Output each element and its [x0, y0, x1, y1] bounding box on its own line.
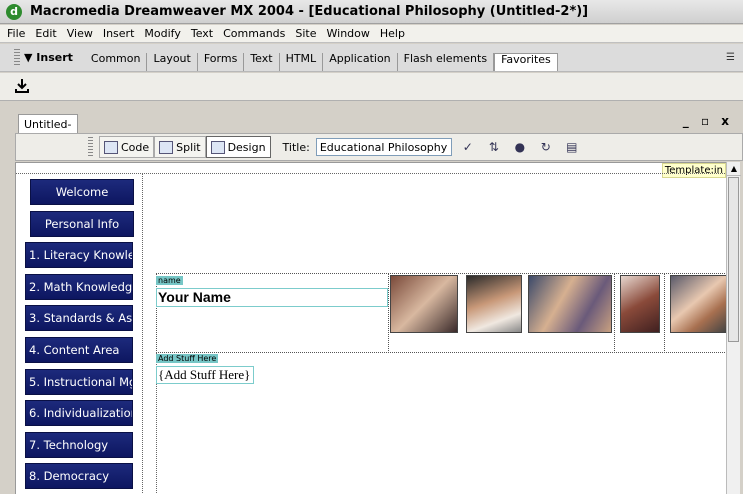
menu-view[interactable]: View	[62, 27, 98, 40]
photo-classroom-1	[390, 275, 458, 333]
insert-tab-html[interactable]: HTML	[280, 53, 324, 71]
refresh-icon[interactable]: ↻	[536, 138, 556, 156]
nav-item-content-area[interactable]: 4. Content Area	[25, 336, 133, 363]
favorites-icon-row	[0, 73, 743, 101]
name-editable-region[interactable]: Your Name	[156, 288, 388, 307]
code-view-button[interactable]: Code	[99, 136, 155, 158]
split-view-button[interactable]: Split	[154, 136, 206, 158]
menu-text[interactable]: Text	[186, 27, 218, 40]
nav-item-technology[interactable]: 7. Technology	[25, 431, 133, 458]
nav-divider	[142, 173, 143, 494]
menu-window[interactable]: Window	[322, 27, 375, 40]
title-bar: d Macromedia Dreamweaver MX 2004 - [Educ…	[0, 0, 743, 24]
insert-bar: ▼ Insert Common Layout Forms Text HTML A…	[0, 44, 743, 72]
nav-item-welcome[interactable]: Welcome	[30, 179, 134, 205]
nav-item-personal-info[interactable]: Personal Info	[30, 210, 134, 237]
document-title-input[interactable]	[315, 138, 452, 156]
code-icon	[104, 140, 118, 154]
panel-options-icon[interactable]: ☰	[726, 52, 735, 63]
document-tab[interactable]: Untitled-2*	[18, 114, 78, 144]
nav-item-individualization[interactable]: 6. Individualization	[25, 400, 133, 427]
scroll-up-icon[interactable]: ▲	[727, 162, 741, 176]
menu-site[interactable]: Site	[290, 27, 321, 40]
design-view-label: Design	[227, 140, 266, 154]
design-canvas[interactable]: Template:in Welcome Personal Info 1. Lit…	[15, 162, 726, 494]
menu-insert[interactable]: Insert	[98, 27, 140, 40]
title-label: Title:	[282, 140, 310, 154]
insert-tab-flash-elements[interactable]: Flash elements	[398, 53, 495, 71]
window-controls[interactable]: _ ▫ x	[683, 114, 733, 128]
validate-icon[interactable]: ✓	[458, 138, 478, 156]
window-title: Macromedia Dreamweaver MX 2004 - [Educat…	[30, 4, 589, 19]
photo-student	[466, 275, 522, 333]
table-border-top	[16, 173, 726, 174]
menu-file[interactable]: File	[2, 27, 30, 40]
insert-tab-favorites[interactable]: Favorites	[494, 53, 558, 71]
file-management-icon[interactable]: ⇅	[484, 138, 504, 156]
split-view-label: Split	[176, 140, 201, 154]
photo-divider	[388, 273, 389, 353]
insert-bar-toggle[interactable]: ▼ Insert	[24, 51, 73, 64]
nav-item-standards[interactable]: 3. Standards & Asmnt	[25, 305, 133, 332]
nav-item-math[interactable]: 2. Math Knowledge	[25, 273, 133, 300]
insert-tab-common[interactable]: Common	[85, 53, 148, 71]
insert-tab-application[interactable]: Application	[323, 53, 398, 71]
add-stuff-region-tag: Add Stuff Here	[156, 354, 219, 363]
code-view-label: Code	[121, 140, 150, 154]
photo-children	[670, 275, 726, 333]
nav-menu: Welcome Personal Info 1. Literacy Knowle…	[25, 179, 134, 494]
nav-item-literacy[interactable]: 1. Literacy Knowledge	[25, 242, 133, 269]
insert-tab-text[interactable]: Text	[244, 53, 280, 71]
insert-bar-grip[interactable]	[14, 49, 20, 67]
template-tag: Template:in	[661, 163, 726, 178]
photo-divider	[614, 273, 615, 353]
download-icon[interactable]	[14, 78, 30, 94]
insert-tab-forms[interactable]: Forms	[198, 53, 245, 71]
toolbar-grip[interactable]	[88, 137, 93, 157]
insert-tab-layout[interactable]: Layout	[147, 53, 198, 71]
menu-help[interactable]: Help	[375, 27, 410, 40]
menu-edit[interactable]: Edit	[30, 27, 61, 40]
view-options-icon[interactable]: ▤	[562, 138, 582, 156]
menu-bar: File Edit View Insert Modify Text Comman…	[0, 25, 743, 43]
vertical-scrollbar[interactable]: ▲	[726, 162, 741, 494]
design-view-button[interactable]: Design	[205, 136, 271, 158]
name-region-tag: name	[156, 276, 183, 285]
menu-commands[interactable]: Commands	[218, 27, 290, 40]
document-toolbar: Code Split Design Title: ✓ ⇅ ● ↻ ▤	[15, 133, 743, 161]
photo-divider	[664, 273, 665, 353]
menu-modify[interactable]: Modify	[139, 27, 185, 40]
photo-teacher	[620, 275, 660, 333]
dreamweaver-logo-icon: d	[6, 3, 22, 20]
split-icon	[159, 140, 174, 154]
photo-classroom-2	[528, 275, 612, 333]
design-icon	[210, 140, 225, 154]
add-stuff-editable-region[interactable]: {Add Stuff Here}	[156, 366, 254, 384]
scrollbar-thumb[interactable]	[728, 177, 739, 342]
nav-item-instructional[interactable]: 5. Instructional Mgmt	[25, 368, 133, 395]
nav-item-democracy[interactable]: 8. Democracy	[25, 463, 133, 490]
preview-browser-icon[interactable]: ●	[510, 138, 530, 156]
